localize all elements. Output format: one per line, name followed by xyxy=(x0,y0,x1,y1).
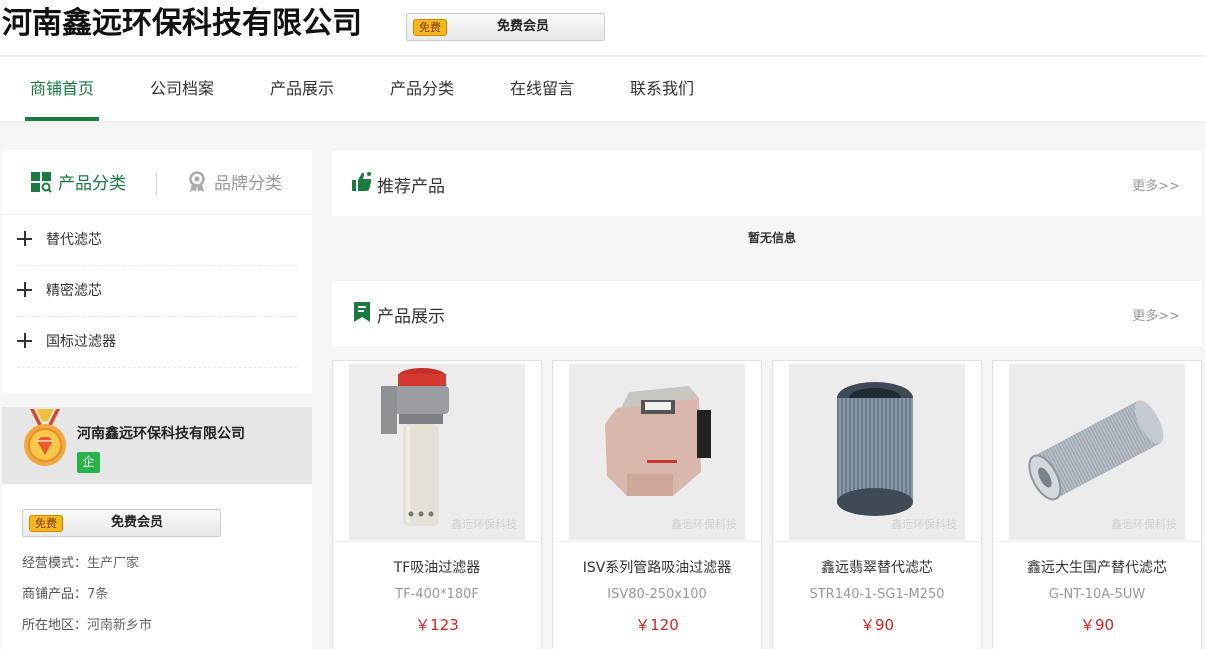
tab-product-category[interactable]: 产品分类 xyxy=(30,172,126,196)
card-divider xyxy=(333,541,541,542)
award-icon xyxy=(186,171,208,193)
recommended-title: 推荐产品 xyxy=(377,177,445,197)
product-price: ￥123 xyxy=(415,616,459,634)
thumbs-up-icon xyxy=(351,171,373,193)
free-member-badge[interactable]: 免费 免费会员 xyxy=(406,13,605,41)
product-name[interactable]: TF吸油过滤器 xyxy=(333,557,541,577)
product-image[interactable]: 鑫远环保科技 xyxy=(1009,364,1185,540)
company-title: 河南鑫远环保科技有限公司 xyxy=(2,6,362,41)
sidebar-member-badge[interactable]: 免费 免费会员 xyxy=(22,509,221,537)
product-name[interactable]: 鑫远大生国产替代滤芯 xyxy=(993,557,1201,577)
image-watermark: 鑫远环保科技 xyxy=(891,518,957,531)
showcase-more-link[interactable]: 更多>> xyxy=(1132,305,1180,324)
category-panel: 产品分类 品牌分类 替代滤芯 精密滤芯 国标过滤器 xyxy=(2,150,312,393)
info-value: 生产厂家 xyxy=(87,556,140,571)
product-model: ISV80-250x100 xyxy=(607,587,707,602)
business-mode-row: 经营模式：生产厂家 xyxy=(22,552,139,571)
sidebar-company-name[interactable]: 河南鑫远环保科技有限公司 xyxy=(77,423,245,443)
nav-products[interactable]: 产品展示 xyxy=(269,57,335,121)
recommended-header: 推荐产品 更多>> xyxy=(332,151,1202,216)
enterprise-badge: 企 xyxy=(77,452,100,473)
nav-contact-us[interactable]: 联系我们 xyxy=(629,57,695,121)
tab-brand-category[interactable]: 品牌分类 xyxy=(186,171,282,196)
tab-brand-category-label: 品牌分类 xyxy=(214,174,282,194)
product-card[interactable]: 鑫远环保科技 鑫远大生国产替代滤芯 G-NT-10A-5UW ￥90 xyxy=(992,360,1202,649)
nav-home[interactable]: 商铺首页 xyxy=(25,57,99,121)
product-name[interactable]: ISV系列管路吸油过滤器 xyxy=(553,557,761,577)
product-card[interactable]: 鑫远环保科技 TF吸油过滤器 TF-400*180F ￥123 xyxy=(332,360,542,649)
card-divider xyxy=(993,541,1201,542)
free-tag: 免费 xyxy=(413,19,447,36)
tab-product-category-label: 产品分类 xyxy=(58,174,126,194)
product-price: ￥120 xyxy=(635,616,679,634)
location-row: 所在地区：河南新乡市 xyxy=(22,614,152,633)
product-image[interactable]: 鑫远环保科技 xyxy=(349,364,525,540)
nav-online-message[interactable]: 在线留言 xyxy=(509,57,575,121)
category-item[interactable]: 精密滤芯 xyxy=(17,266,297,317)
main-nav: 商铺首页 公司档案 产品展示 产品分类 在线留言 联系我们 xyxy=(0,57,1205,121)
expand-plus-icon[interactable] xyxy=(17,281,32,297)
tab-divider xyxy=(156,172,157,196)
card-divider xyxy=(773,541,981,542)
shop-products-row: 商铺产品：7条 xyxy=(22,583,108,602)
nav-company-profile[interactable]: 公司档案 xyxy=(149,57,215,121)
member-level-label: 免费会员 xyxy=(497,19,550,34)
member-level-label: 免费会员 xyxy=(111,515,164,530)
info-value: 7条 xyxy=(87,587,109,602)
showcase-header: 产品展示 更多>> xyxy=(332,281,1202,346)
category-item[interactable]: 替代滤芯 xyxy=(17,215,297,266)
grid-search-icon xyxy=(30,171,52,193)
info-label: 所在地区： xyxy=(22,618,88,633)
product-image[interactable]: 鑫远环保科技 xyxy=(569,364,745,540)
category-label: 精密滤芯 xyxy=(46,283,102,299)
showcase-title: 产品展示 xyxy=(377,307,445,327)
shop-header: 河南鑫远环保科技有限公司 免费 免费会员 xyxy=(0,0,1205,56)
info-label: 经营模式： xyxy=(22,556,88,571)
medal-icon xyxy=(22,409,68,469)
product-model: STR140-1-SG1-M250 xyxy=(809,587,945,602)
info-label: 商铺产品： xyxy=(22,587,88,602)
expand-plus-icon[interactable] xyxy=(17,230,32,246)
bookmark-flag-icon xyxy=(351,301,373,323)
product-card[interactable]: 鑫远环保科技 ISV系列管路吸油过滤器 ISV80-250x100 ￥120 xyxy=(552,360,762,649)
company-info-panel: 河南鑫远环保科技有限公司 企 免费 免费会员 经营模式：生产厂家 商铺产品：7条… xyxy=(2,407,312,649)
image-watermark: 鑫远环保科技 xyxy=(1111,518,1177,531)
product-model: G-NT-10A-5UW xyxy=(1048,587,1146,602)
product-card[interactable]: 鑫远环保科技 鑫远翡翠替代滤芯 STR140-1-SG1-M250 ￥90 xyxy=(772,360,982,649)
product-name[interactable]: 鑫远翡翠替代滤芯 xyxy=(773,557,981,577)
category-label: 替代滤芯 xyxy=(46,232,102,248)
product-price: ￥90 xyxy=(1079,616,1115,634)
category-item[interactable]: 国标过滤器 xyxy=(17,317,297,368)
expand-plus-icon[interactable] xyxy=(17,332,32,348)
image-watermark: 鑫远环保科技 xyxy=(451,518,517,531)
card-divider xyxy=(553,541,761,542)
empty-message: 暂无信息 xyxy=(747,231,796,245)
recommended-more-link[interactable]: 更多>> xyxy=(1132,175,1180,194)
product-price: ￥90 xyxy=(859,616,895,634)
company-info-header: 河南鑫远环保科技有限公司 企 xyxy=(2,407,312,484)
info-value: 河南新乡市 xyxy=(87,618,153,633)
category-tabs: 产品分类 品牌分类 xyxy=(2,150,312,215)
category-label: 国标过滤器 xyxy=(46,334,116,350)
image-watermark: 鑫远环保科技 xyxy=(671,518,737,531)
product-model: TF-400*180F xyxy=(395,587,479,602)
nav-product-categories[interactable]: 产品分类 xyxy=(389,57,455,121)
product-image[interactable]: 鑫远环保科技 xyxy=(789,364,965,540)
free-tag: 免费 xyxy=(29,515,63,532)
